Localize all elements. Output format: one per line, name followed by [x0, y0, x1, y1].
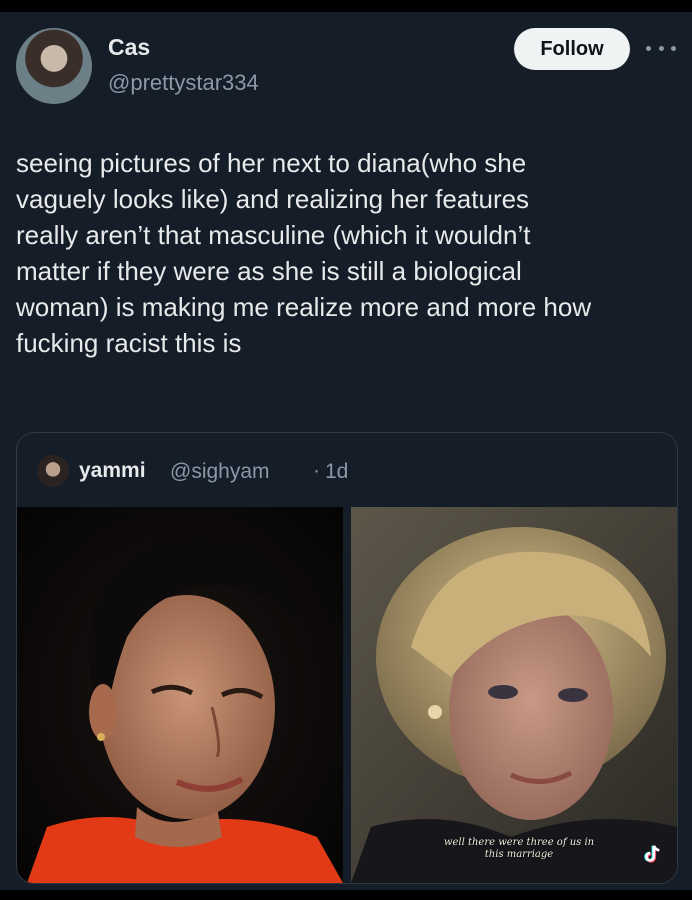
media-image-left[interactable]	[17, 507, 343, 883]
quoted-author-name[interactable]: yammi	[79, 459, 146, 483]
post-text-line: really aren’t that masculine (which it w…	[16, 220, 531, 250]
author-name[interactable]: Cas	[108, 34, 150, 61]
top-edge	[0, 0, 692, 12]
quoted-post-time[interactable]: 1d	[325, 460, 348, 484]
caption-line: well there were three of us in	[443, 837, 595, 848]
meta-separator: ·	[313, 459, 320, 482]
media-image-right[interactable]: well there were three of us in this marr…	[351, 507, 677, 883]
post-text-line: fucking racist this is	[16, 328, 242, 358]
post-card: Cas @prettystar334 Follow seeing picture…	[0, 12, 692, 890]
post-text-line: woman) is making me realize more and mor…	[16, 292, 592, 322]
tiktok-icon	[644, 845, 660, 863]
more-horizontal-icon[interactable]	[646, 38, 676, 58]
more-dot	[658, 45, 664, 51]
quoted-author-avatar[interactable]	[37, 455, 69, 487]
author-handle[interactable]: @prettystar334	[108, 70, 259, 96]
follow-button[interactable]: Follow	[514, 28, 630, 70]
post-text-line: vaguely looks like) and realizing her fe…	[16, 184, 530, 214]
more-dot	[671, 45, 676, 51]
quoted-post[interactable]: yammi @sighyam · 1d well there were thre…	[16, 432, 678, 884]
post-text-line: matter if they were as she is still a bi…	[16, 256, 522, 286]
portrait-left-illustration	[17, 507, 343, 883]
video-caption: well there were three of us in this marr…	[419, 837, 619, 861]
portrait-right-illustration	[351, 507, 677, 883]
post-text: seeing pictures of her next to diana(who…	[16, 145, 681, 361]
caption-line: this marriage	[484, 849, 554, 860]
bottom-edge	[0, 890, 692, 900]
quoted-author-handle[interactable]: @sighyam	[170, 460, 270, 484]
post-text-line: seeing pictures of her next to diana(who…	[16, 148, 527, 178]
more-dot	[646, 45, 651, 51]
author-avatar[interactable]	[16, 28, 92, 104]
